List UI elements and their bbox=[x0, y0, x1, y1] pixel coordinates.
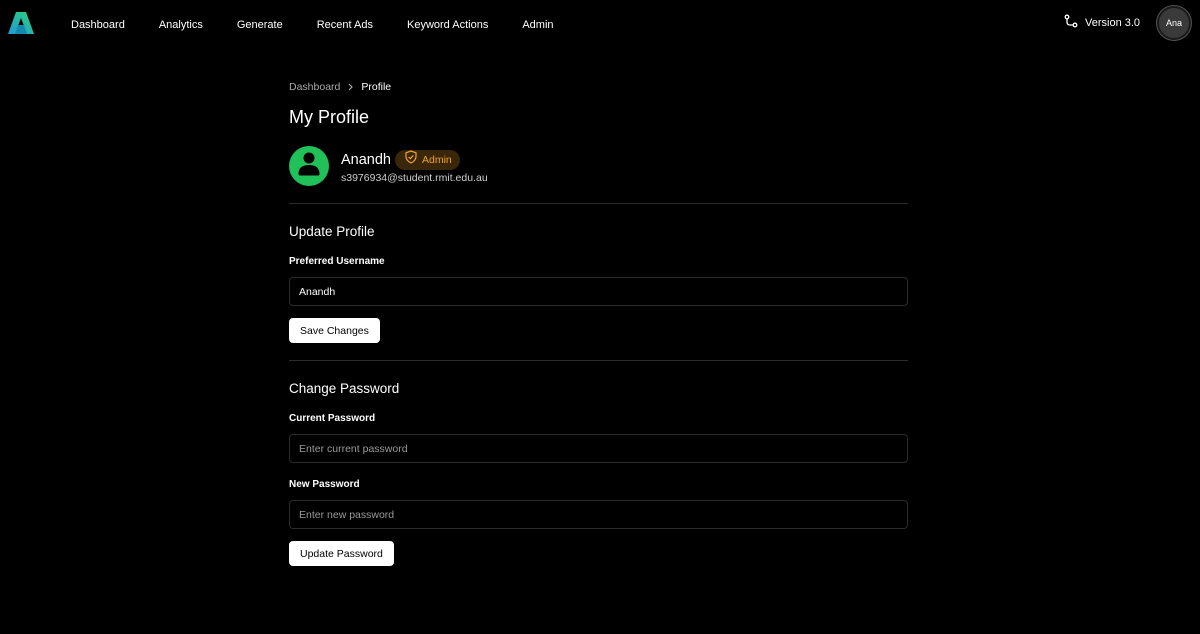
new-password-label: New Password bbox=[289, 479, 360, 490]
username-input[interactable] bbox=[289, 277, 908, 306]
breadcrumb-dashboard-link[interactable]: Dashboard bbox=[289, 81, 340, 93]
nav-item-dashboard[interactable]: Dashboard bbox=[54, 19, 142, 31]
nav-item-analytics[interactable]: Analytics bbox=[142, 19, 220, 31]
nav-item-admin[interactable]: Admin bbox=[505, 19, 570, 31]
update-profile-section: Update Profile Preferred Username Save C… bbox=[289, 224, 908, 343]
nav-item-generate[interactable]: Generate bbox=[220, 19, 300, 31]
nav-item-recent-ads[interactable]: Recent Ads bbox=[300, 19, 390, 31]
section-divider bbox=[289, 360, 908, 361]
username-label: Preferred Username bbox=[289, 256, 385, 267]
role-badge: Admin bbox=[395, 149, 460, 170]
profile-name-row: Anandh Admin bbox=[341, 149, 488, 171]
breadcrumb-current: Profile bbox=[361, 81, 392, 93]
profile-header: Anandh Admin s3976934@student.rmit.edu.a… bbox=[289, 146, 908, 186]
update-profile-title: Update Profile bbox=[289, 224, 375, 239]
save-changes-button[interactable]: Save Changes bbox=[289, 318, 380, 343]
version-indicator[interactable]: Version 3.0 bbox=[1064, 14, 1141, 33]
change-password-title: Change Password bbox=[289, 381, 400, 396]
breadcrumb: Dashboard Profile bbox=[289, 80, 908, 94]
git-branch-icon bbox=[1064, 14, 1078, 33]
profile-page: Dashboard Profile My Profile Anandh Admi… bbox=[289, 80, 908, 566]
nav-item-keyword-actions[interactable]: Keyword Actions bbox=[390, 19, 505, 31]
current-password-input[interactable] bbox=[289, 434, 908, 463]
app-logo[interactable] bbox=[8, 12, 34, 34]
user-avatar-button[interactable]: Ana bbox=[1157, 6, 1191, 40]
role-badge-label: Admin bbox=[422, 153, 452, 166]
change-password-section: Change Password Current Password New Pas… bbox=[289, 381, 908, 566]
new-password-input[interactable] bbox=[289, 500, 908, 529]
user-silhouette-icon bbox=[289, 144, 329, 189]
version-label: Version 3.0 bbox=[1085, 17, 1141, 29]
page-title: My Profile bbox=[289, 107, 370, 127]
profile-name: Anandh bbox=[341, 151, 391, 168]
profile-email: s3976934@student.rmit.edu.au bbox=[341, 171, 488, 184]
shield-check-icon bbox=[404, 150, 418, 169]
section-divider bbox=[289, 203, 908, 204]
profile-avatar bbox=[289, 146, 329, 186]
chevron-right-icon bbox=[347, 83, 354, 91]
top-navigation: Dashboard Analytics Generate Recent Ads … bbox=[0, 0, 1200, 50]
update-password-button[interactable]: Update Password bbox=[289, 541, 394, 566]
profile-info: Anandh Admin s3976934@student.rmit.edu.a… bbox=[341, 149, 488, 184]
main-nav: Dashboard Analytics Generate Recent Ads … bbox=[54, 0, 571, 50]
current-password-label: Current Password bbox=[289, 413, 376, 424]
